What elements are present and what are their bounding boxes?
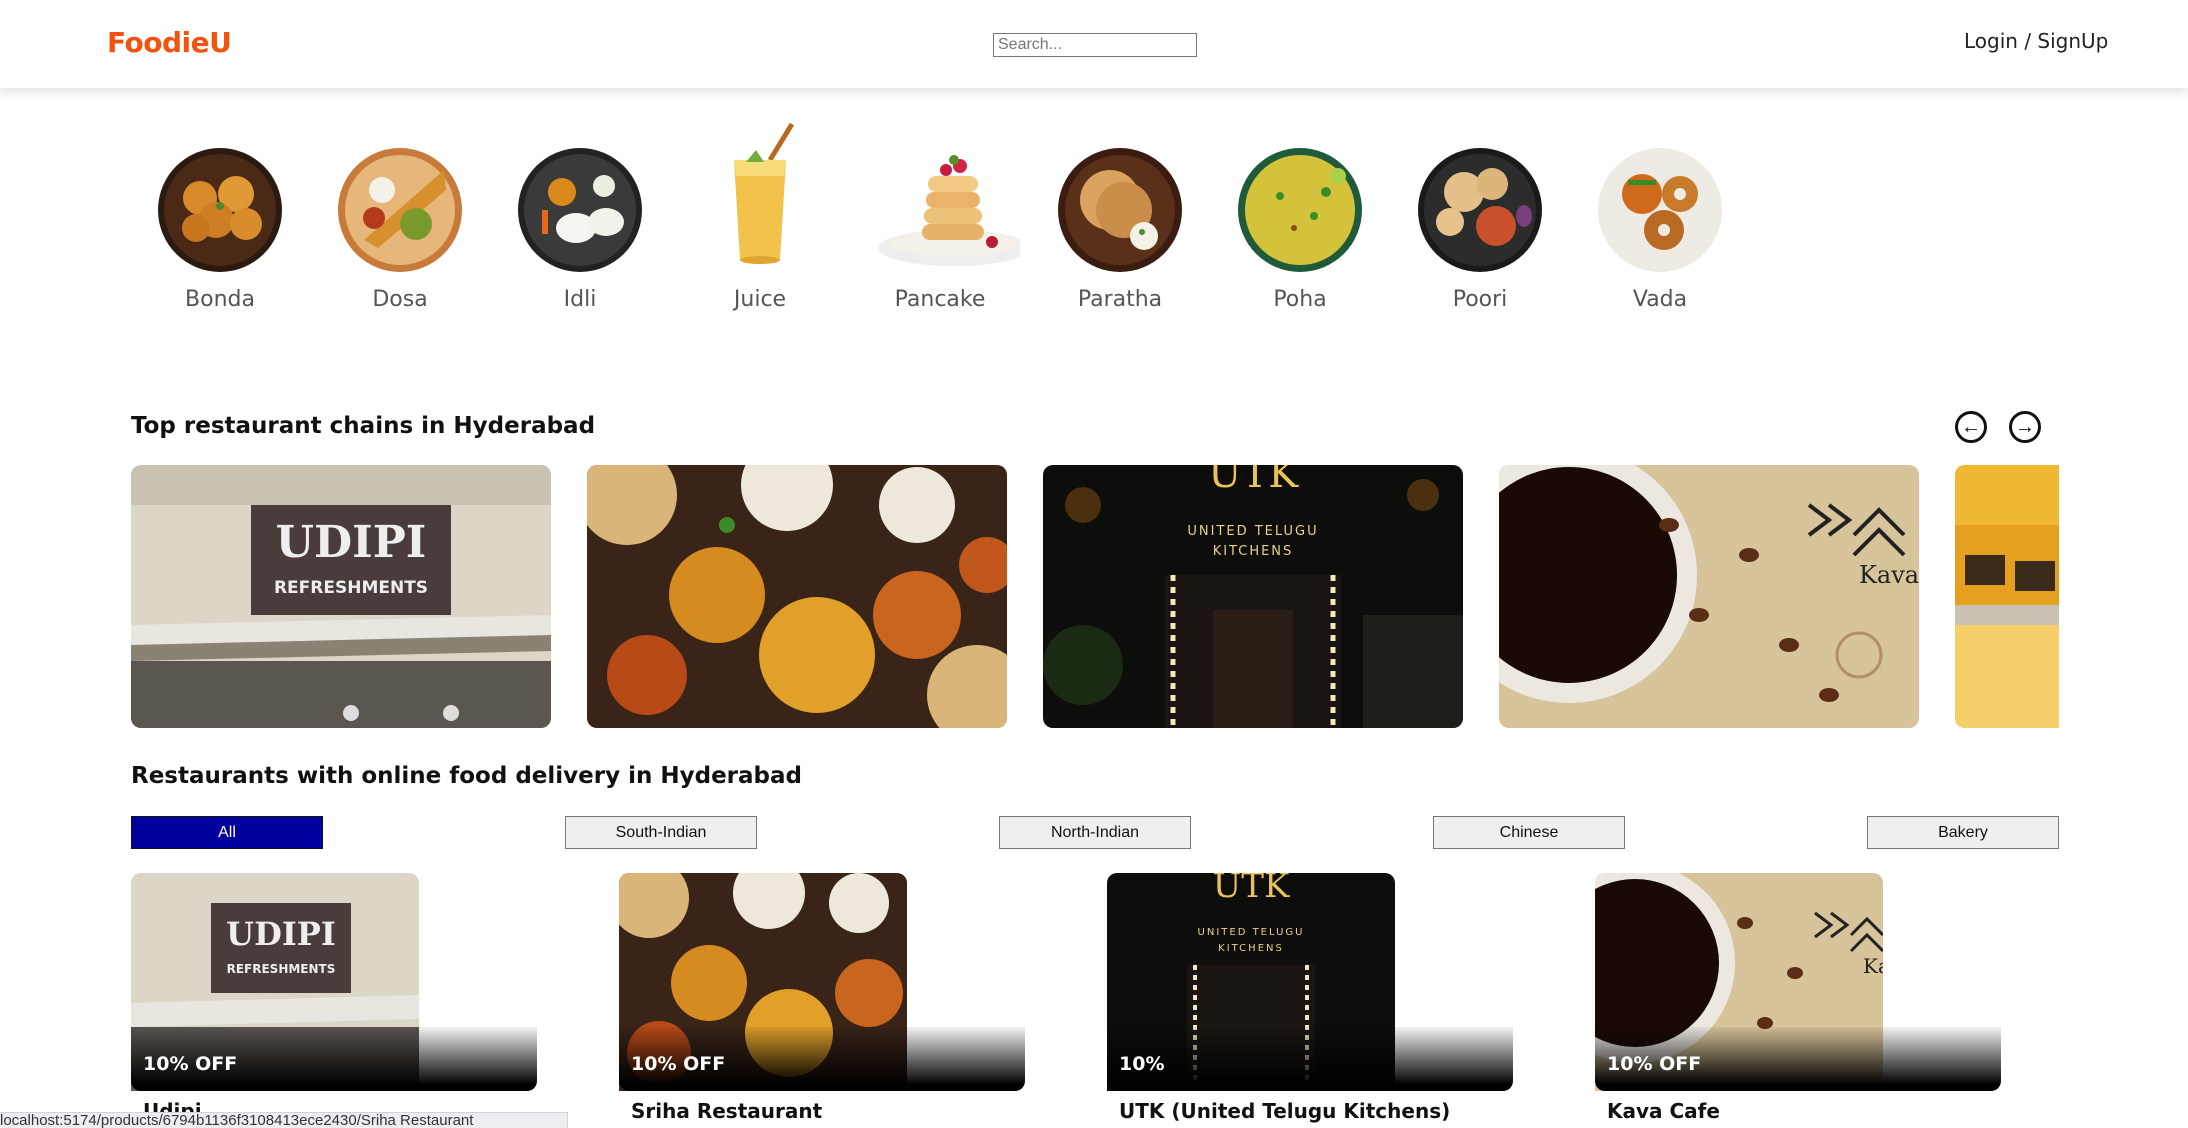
restaurant-card-utk[interactable]: UTK UNITED TELUGU KITCHENS 10% [1107, 873, 1513, 1091]
restaurant-name[interactable]: Kava Cafe [1607, 1099, 1720, 1123]
utk-sign-subtext: UNITED TELUGU [1198, 927, 1305, 938]
category-label: Juice [733, 287, 787, 312]
pancake-image [878, 155, 1030, 266]
restaurant-name[interactable]: UTK (United Telugu Kitchens) [1119, 1099, 1450, 1123]
paratha-image [1058, 148, 1182, 272]
vada-image [1598, 148, 1722, 272]
category-poori[interactable]: Poori [1400, 120, 1560, 312]
delivery-section-title: Restaurants with online food delivery in… [131, 763, 802, 789]
utk-sign-text: UTK [1213, 873, 1290, 906]
offer-overlay [1107, 1027, 1513, 1091]
filter-south-indian-button[interactable]: South-Indian [565, 816, 757, 849]
arrow-right-icon: → [2015, 416, 2035, 438]
login-signup-link[interactable]: Login / SignUp [1964, 29, 2108, 53]
filter-chinese-button[interactable]: Chinese [1433, 816, 1625, 849]
category-poha[interactable]: Poha [1220, 120, 1380, 312]
category-dosa[interactable]: Dosa [320, 120, 480, 312]
category-label: Pancake [894, 287, 986, 312]
chain-card-utk[interactable]: UTK UNITED TELUGU KITCHENS [1043, 465, 1463, 728]
search-input[interactable] [993, 33, 1197, 57]
udipi-sign-subtext: REFRESHMENTS [227, 962, 336, 976]
offer-badge: 10% OFF [143, 1053, 238, 1075]
category-idli[interactable]: Idli [500, 120, 660, 312]
chain-card-bakery[interactable] [1955, 465, 2059, 728]
chains-carousel: UDIPI REFRESHMENTS UTK UNITED TELUGU KIT… [131, 465, 2059, 728]
category-label: Poha [1273, 287, 1327, 312]
category-label: Poori [1452, 287, 1508, 312]
utk-entrance-image: UTK UNITED TELUGU KITCHENS [1043, 465, 1463, 728]
offer-badge: 10% [1119, 1053, 1165, 1075]
category-label: Bonda [185, 287, 255, 312]
poha-image [1238, 148, 1362, 272]
filter-bakery-button[interactable]: Bakery [1867, 816, 2059, 849]
site-logo[interactable]: FoodieU [107, 26, 232, 59]
poori-image [1418, 148, 1542, 272]
restaurant-card-kava[interactable]: Ka 10% OFF [1595, 873, 2001, 1091]
udipi-sign-text: UDIPI [226, 915, 336, 953]
category-vada[interactable]: Vada [1580, 120, 1740, 312]
category-label: Idli [563, 287, 597, 312]
udipi-storefront-image: UDIPI REFRESHMENTS [131, 465, 551, 728]
category-bonda[interactable]: Bonda [140, 120, 300, 312]
category-pancake[interactable]: Pancake [860, 120, 1030, 312]
idli-image [518, 148, 642, 272]
chains-section-title: Top restaurant chains in Hyderabad [131, 413, 596, 439]
carousel-prev-button[interactable]: ← [1955, 411, 1987, 443]
kava-coffee-image: Kava [1499, 465, 1919, 728]
offer-badge: 10% OFF [631, 1053, 726, 1075]
bonda-image [158, 148, 282, 272]
arrow-left-icon: ← [1961, 416, 1981, 438]
offer-badge: 10% OFF [1607, 1053, 1702, 1075]
restaurant-name[interactable]: Sriha Restaurant [631, 1099, 822, 1123]
status-bar-url: localhost:5174/products/6794b1136f310841… [0, 1112, 568, 1128]
filter-all-button[interactable]: All [131, 816, 323, 849]
restaurant-card-udipi[interactable]: UDIPI REFRESHMENTS 10% OFF [131, 873, 537, 1091]
utk-sign-text: UTK [1208, 465, 1299, 497]
category-juice[interactable]: Juice [680, 120, 840, 312]
chain-card-sriha[interactable] [587, 465, 1007, 728]
juice-image [734, 122, 795, 264]
thali-spread-image [587, 465, 1007, 728]
udipi-sign-text: UDIPI [276, 517, 427, 568]
bakery-counter-image [1955, 465, 2059, 728]
category-label: Dosa [372, 287, 428, 312]
carousel-next-button[interactable]: → [2009, 411, 2041, 443]
filter-north-indian-button[interactable]: North-Indian [999, 816, 1191, 849]
utk-sign-subtext: UNITED TELUGU [1187, 524, 1318, 539]
category-label: Paratha [1077, 287, 1163, 312]
dosa-image [338, 148, 462, 272]
utk-sign-subtext-2: KITCHENS [1218, 943, 1284, 954]
kava-sign-text: Ka [1863, 954, 1883, 978]
utk-sign-subtext-2: KITCHENS [1213, 544, 1294, 559]
top-navbar: FoodieU Login / SignUp [0, 0, 2188, 88]
chain-card-kava[interactable]: Kava [1499, 465, 1919, 728]
category-paratha[interactable]: Paratha [1040, 120, 1200, 312]
udipi-sign-subtext: REFRESHMENTS [274, 578, 428, 598]
restaurant-card-sriha[interactable]: 10% OFF [619, 873, 1025, 1091]
category-label: Vada [1632, 287, 1688, 312]
chain-card-udipi[interactable]: UDIPI REFRESHMENTS [131, 465, 551, 728]
kava-sign-text: Kava [1859, 561, 1919, 589]
